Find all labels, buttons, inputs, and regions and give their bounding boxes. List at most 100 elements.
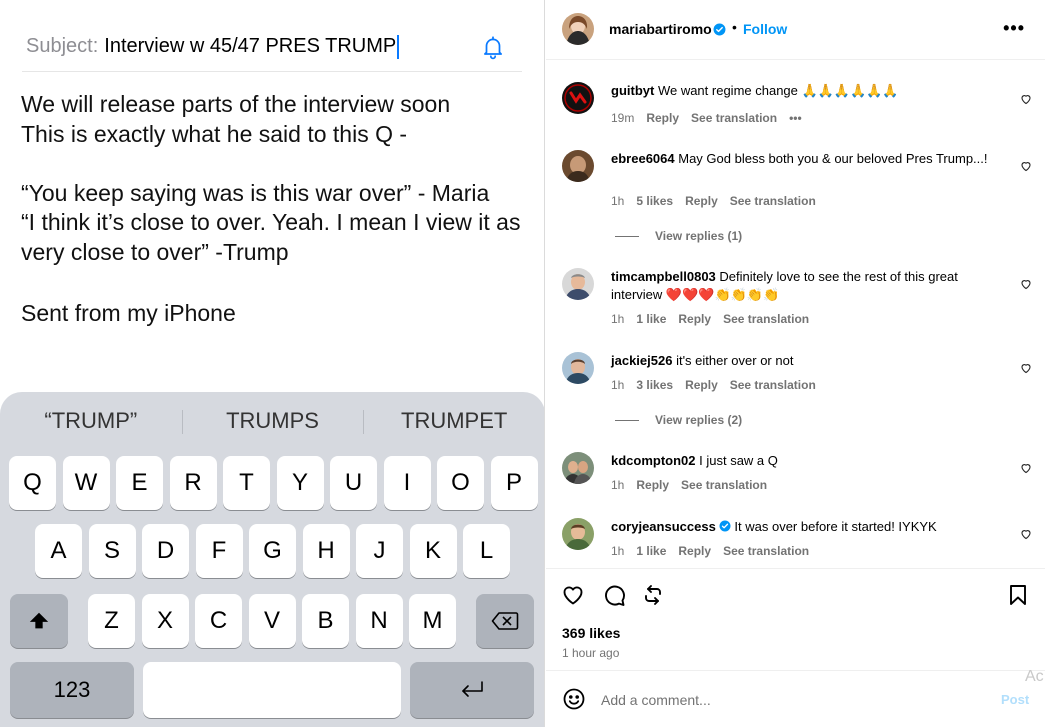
view-replies-label: View replies (2) <box>655 413 743 427</box>
key[interactable]: D <box>142 524 189 578</box>
key[interactable]: V <box>248 594 296 648</box>
suggestion-item[interactable]: “TRUMP” <box>0 408 182 434</box>
numbers-key[interactable]: 123 <box>10 662 134 718</box>
key[interactable]: O <box>437 456 484 510</box>
key[interactable]: X <box>141 594 189 648</box>
heart-icon[interactable] <box>1020 462 1032 474</box>
comment-text: timcampbell0803 Definitely love to see t… <box>611 268 991 304</box>
view-replies-button[interactable]: View replies (2) <box>615 413 742 427</box>
comment-likes[interactable]: 5 likes <box>636 194 673 208</box>
suggestion-item[interactable]: TRUMPS <box>181 408 364 434</box>
backspace-key[interactable] <box>476 594 534 648</box>
comment-time[interactable]: 19m <box>611 111 634 125</box>
see-translation-button[interactable]: See translation <box>691 111 777 125</box>
comment-icon[interactable] <box>602 583 626 607</box>
comment-username[interactable]: jackiej526 <box>611 353 672 368</box>
key[interactable]: S <box>88 524 136 578</box>
key[interactable]: U <box>330 456 377 510</box>
subject-field[interactable]: Interview w 45/47 PRES TRUMP <box>104 35 396 58</box>
comment-time[interactable]: 1h <box>611 544 624 558</box>
shift-key[interactable] <box>10 594 68 648</box>
post-comment-button[interactable]: Post <box>1001 692 1029 707</box>
see-translation-button[interactable]: See translation <box>730 194 816 208</box>
reply-button[interactable]: Reply <box>678 544 711 558</box>
avatar[interactable] <box>562 268 594 300</box>
bell-icon[interactable] <box>480 34 506 60</box>
see-translation-button[interactable]: See translation <box>681 478 767 492</box>
suggestion-bar: “TRUMP” TRUMPS TRUMPET <box>0 392 544 450</box>
return-icon <box>462 681 483 697</box>
key[interactable]: K <box>409 524 457 578</box>
comment-username[interactable]: kdcompton02 <box>611 453 696 468</box>
email-body[interactable]: We will release parts of the interview s… <box>21 90 536 328</box>
bookmark-icon[interactable] <box>1006 583 1030 607</box>
comment-input[interactable] <box>601 690 981 710</box>
heart-icon[interactable] <box>1020 93 1032 105</box>
avatar[interactable] <box>562 452 594 484</box>
comment-time[interactable]: 1h <box>611 194 624 208</box>
avatar[interactable] <box>562 150 594 182</box>
see-translation-button[interactable]: See translation <box>723 544 809 558</box>
return-key[interactable] <box>410 662 534 718</box>
heart-icon[interactable] <box>1020 528 1032 540</box>
comment-username[interactable]: coryjeansuccess <box>611 519 716 534</box>
key[interactable]: P <box>490 456 538 510</box>
avatar[interactable] <box>562 13 594 45</box>
reply-button[interactable]: Reply <box>685 194 718 208</box>
comment-time[interactable]: 1h <box>611 378 624 392</box>
key[interactable]: A <box>35 524 82 578</box>
avatar[interactable] <box>562 82 594 114</box>
comment-username[interactable]: timcampbell0803 <box>611 269 716 284</box>
key[interactable]: B <box>302 594 349 648</box>
view-replies-button[interactable]: View replies (1) <box>615 229 742 243</box>
comment-meta: 1h 3 likes Reply See translation <box>611 378 816 392</box>
key[interactable]: Y <box>276 456 324 510</box>
key[interactable]: F <box>195 524 243 578</box>
comment-likes[interactable]: 1 like <box>636 312 666 326</box>
comment-time[interactable]: 1h <box>611 312 624 326</box>
key[interactable]: H <box>302 524 350 578</box>
avatar[interactable] <box>562 518 594 550</box>
likes-count[interactable]: 369 likes <box>562 625 620 641</box>
reply-button[interactable]: Reply <box>678 312 711 326</box>
key[interactable]: R <box>169 456 217 510</box>
key[interactable]: L <box>463 524 510 578</box>
key[interactable]: W <box>62 456 110 510</box>
space-key[interactable] <box>143 662 401 718</box>
repost-icon[interactable] <box>641 583 665 607</box>
key[interactable]: I <box>383 456 431 510</box>
comment-username[interactable]: ebree6064 <box>611 151 675 166</box>
shift-icon <box>29 612 49 629</box>
key[interactable]: Z <box>88 594 135 648</box>
key[interactable]: C <box>195 594 242 648</box>
key[interactable]: G <box>249 524 296 578</box>
heart-icon[interactable] <box>561 583 585 607</box>
post-timestamp[interactable]: 1 hour ago <box>562 646 619 660</box>
follow-button[interactable]: Follow <box>743 21 787 37</box>
heart-icon[interactable] <box>1020 362 1032 374</box>
reply-button[interactable]: Reply <box>636 478 669 492</box>
heart-icon[interactable] <box>1020 160 1032 172</box>
comment-likes[interactable]: 1 like <box>636 544 666 558</box>
comment-body: it's either over or not <box>672 353 794 368</box>
comment-options-icon[interactable]: ••• <box>789 111 802 125</box>
more-options-icon[interactable]: ••• <box>1003 18 1025 39</box>
comment-likes[interactable]: 3 likes <box>636 378 673 392</box>
key[interactable]: T <box>223 456 270 510</box>
see-translation-button[interactable]: See translation <box>723 312 809 326</box>
post-username[interactable]: mariabartiromo <box>609 21 712 37</box>
key[interactable]: E <box>116 456 163 510</box>
see-translation-button[interactable]: See translation <box>730 378 816 392</box>
key[interactable]: Q <box>9 456 56 510</box>
avatar[interactable] <box>562 352 594 384</box>
reply-button[interactable]: Reply <box>685 378 718 392</box>
key[interactable]: N <box>355 594 403 648</box>
reply-button[interactable]: Reply <box>646 111 679 125</box>
key[interactable]: M <box>409 594 456 648</box>
heart-icon[interactable] <box>1020 278 1032 290</box>
key[interactable]: J <box>356 524 403 578</box>
emoji-icon[interactable] <box>562 687 586 711</box>
comment-username[interactable]: guitbyt <box>611 83 654 98</box>
comment-time[interactable]: 1h <box>611 478 624 492</box>
suggestion-item[interactable]: TRUMPET <box>363 408 544 434</box>
